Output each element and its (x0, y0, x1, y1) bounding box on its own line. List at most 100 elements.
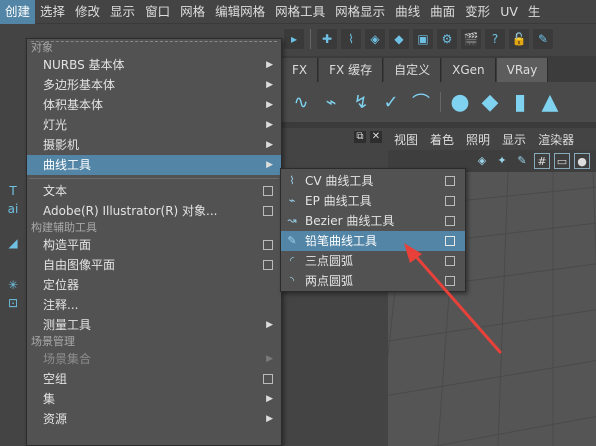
menu-item-annotation[interactable]: 注释... (27, 295, 281, 315)
submenu-item-bezier-curve[interactable]: ↝ Bezier 曲线工具 (281, 211, 465, 231)
menu-item-empty-group[interactable]: 空组 (27, 369, 281, 389)
menu-item-nurbs[interactable]: NURBS 基本体 ▶ (27, 55, 281, 75)
shelf-tab-fx-cache[interactable]: FX 缓存 (319, 58, 384, 82)
construction-plane-icon[interactable]: ◢ (6, 236, 20, 250)
menu-item-locator[interactable]: 定位器 (27, 275, 281, 295)
close-panel-icon[interactable]: ✕ (370, 131, 382, 143)
submenu-item-ep-curve[interactable]: ⌁ EP 曲线工具 (281, 191, 465, 211)
menu-select[interactable]: 选择 (35, 0, 70, 24)
submenu-item-two-point-arc[interactable]: ◝ 两点圆弧 (281, 271, 465, 291)
option-box-icon[interactable] (263, 374, 273, 384)
snap-curve-icon[interactable]: ⌇ (341, 29, 361, 49)
menu-modify[interactable]: 修改 (70, 0, 105, 24)
menu-separator (29, 178, 279, 179)
render-view-icon[interactable]: 🎬 (461, 29, 481, 49)
menu-item-cameras[interactable]: 摄影机 ▶ (27, 135, 281, 155)
menu-item-assets[interactable]: 资源 ▶ (27, 409, 281, 429)
menu-curves[interactable]: 曲线 (390, 0, 425, 24)
menu-windows[interactable]: 窗口 (140, 0, 175, 24)
snap-view-icon[interactable]: ◆ (389, 29, 409, 49)
submenu-item-pencil-curve[interactable]: ✎ 铅笔曲线工具 (281, 231, 465, 251)
menu-section-construction: 构建辅助工具 (27, 221, 281, 235)
menu-create[interactable]: 创建 (0, 0, 36, 24)
viewport-menu-lighting[interactable]: 照明 (460, 131, 496, 148)
menu-mesh[interactable]: 网格 (175, 0, 210, 24)
viewport-menu-view[interactable]: 视图 (388, 131, 424, 148)
menu-item-curve-tools[interactable]: 曲线工具 ▶ (27, 155, 281, 175)
submenu-item-three-point-arc[interactable]: ◜ 三点圆弧 (281, 251, 465, 271)
locator-icon[interactable]: ✳ (6, 278, 20, 292)
pencil-curve-shelf-icon[interactable]: ✓ (378, 89, 404, 115)
poly-cone-icon[interactable]: ▲ (537, 89, 563, 115)
shelf-tab-fx[interactable]: FX (282, 58, 319, 82)
option-box-icon[interactable] (445, 176, 455, 186)
viewport-menu-shading[interactable]: 着色 (424, 131, 460, 148)
option-box-icon[interactable] (445, 196, 455, 206)
snap-live-icon[interactable]: ⚙ (437, 29, 457, 49)
snap-point-icon[interactable]: ◈ (365, 29, 385, 49)
help-icon[interactable]: ? (485, 29, 505, 49)
grid-toggle-icon[interactable]: # (534, 153, 550, 169)
illustrator-icon[interactable]: ai (6, 202, 20, 216)
two-point-arc-icon: ◝ (289, 274, 295, 287)
menu-mesh-display[interactable]: 网格显示 (330, 0, 390, 24)
menu-display[interactable]: 显示 (105, 0, 140, 24)
pencil-curve-icon: ✎ (287, 234, 297, 247)
menu-item-illustrator[interactable]: Adobe(R) Illustrator(R) 对象... (27, 201, 281, 221)
poly-sphere-icon[interactable]: ● (447, 89, 473, 115)
history-icon[interactable]: ✎ (533, 29, 553, 49)
shelf-tab-xgen[interactable]: XGen (442, 58, 496, 82)
option-box-icon[interactable] (445, 276, 455, 286)
option-box-icon[interactable] (263, 240, 273, 250)
annotation-icon[interactable]: ⊡ (6, 296, 20, 310)
option-box-icon[interactable] (263, 186, 273, 196)
resolution-gate-icon[interactable]: ● (574, 153, 590, 169)
menu-item-lights[interactable]: 灯光 ▶ (27, 115, 281, 135)
poly-cube-icon[interactable]: ◆ (477, 89, 503, 115)
menu-item-free-image-plane[interactable]: 自由图像平面 (27, 255, 281, 275)
option-box-icon[interactable] (263, 206, 273, 216)
text-tool-icon[interactable]: T (6, 184, 20, 198)
poly-cylinder-icon[interactable]: ▮ (507, 89, 533, 115)
shelf-tab-vray[interactable]: VRay (496, 58, 549, 82)
image-plane-icon[interactable]: ✎ (514, 153, 530, 169)
menu-item-text[interactable]: 文本 (27, 181, 281, 201)
snap-surface-icon[interactable]: ▣ (413, 29, 433, 49)
menu-item-volume[interactable]: 体积基本体 ▶ (27, 95, 281, 115)
viewport-menu-renderer[interactable]: 渲染器 (532, 131, 580, 148)
option-box-icon[interactable] (263, 260, 273, 270)
cv-curve-shelf-icon[interactable]: ⌁ (318, 89, 344, 115)
menu-item-construction-plane[interactable]: 构造平面 (27, 235, 281, 255)
shelf-tab-custom[interactable]: 自定义 (384, 58, 442, 82)
main-menubar: 创建 选择 修改 显示 窗口 网格 编辑网格 网格工具 网格显示 曲线 曲面 变… (0, 0, 596, 24)
submenu-arrow-icon: ▶ (266, 414, 273, 424)
menu-generate[interactable]: 生 (523, 0, 546, 24)
option-box-icon[interactable] (445, 236, 455, 246)
submenu-item-cv-curve[interactable]: ⌇ CV 曲线工具 (281, 171, 465, 191)
menu-mesh-tools[interactable]: 网格工具 (270, 0, 330, 24)
film-gate-icon[interactable]: ▭ (554, 153, 570, 169)
menu-item-measure-tools[interactable]: 测量工具 ▶ (27, 315, 281, 335)
select-tool-icon[interactable]: ▸ (284, 29, 304, 49)
menu-section-objects: 对象 (27, 41, 281, 55)
menu-item-label: 自由图像平面 (43, 258, 116, 272)
menu-item-sets[interactable]: 集 ▶ (27, 389, 281, 409)
bookmark-icon[interactable]: ✦ (494, 153, 510, 169)
camera-attributes-icon[interactable]: ◈ (474, 153, 490, 169)
menu-uv[interactable]: UV (495, 0, 523, 24)
menu-item-scene-assembly: 场景集合 ▶ (27, 349, 281, 369)
viewport-menu-show[interactable]: 显示 (496, 131, 532, 148)
ep-curve-shelf-icon[interactable]: ↯ (348, 89, 374, 115)
menu-edit-mesh[interactable]: 编辑网格 (210, 0, 270, 24)
menu-surfaces[interactable]: 曲面 (425, 0, 460, 24)
lock-icon[interactable]: 🔓 (509, 29, 529, 49)
option-box-icon[interactable] (445, 216, 455, 226)
snap-grid-icon[interactable]: ✚ (317, 29, 337, 49)
curve-tool-icon[interactable]: ∿ (288, 89, 314, 115)
option-box-icon[interactable] (445, 256, 455, 266)
menu-deform[interactable]: 变形 (460, 0, 495, 24)
submenu-arrow-icon: ▶ (266, 60, 273, 70)
menu-item-polygon[interactable]: 多边形基本体 ▶ (27, 75, 281, 95)
arc-shelf-icon[interactable]: ⌒ (408, 89, 434, 115)
float-panel-icon[interactable]: ⧉ (354, 131, 366, 143)
